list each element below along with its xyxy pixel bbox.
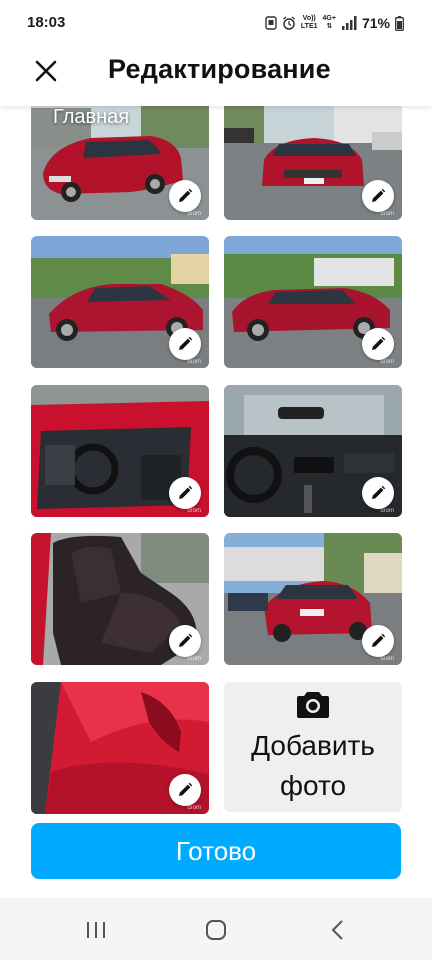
edit-photo-button[interactable] (362, 477, 394, 509)
photo-tile-6[interactable]: drom (224, 385, 402, 517)
pencil-icon (179, 782, 193, 796)
notification-icon (265, 16, 277, 30)
pencil-icon (372, 336, 386, 350)
watermark: drom (187, 359, 201, 365)
edit-photo-button[interactable] (169, 774, 201, 806)
add-photo-line1: Добавить (251, 730, 375, 761)
edit-photo-button[interactable] (362, 328, 394, 360)
watermark: drom (380, 656, 394, 662)
pencil-icon (179, 485, 193, 499)
watermark: drom (187, 656, 201, 662)
volte-text: Vo)) (302, 15, 316, 22)
alarm-icon (282, 16, 295, 30)
volte-indicator: Vo)) LTE1 (301, 15, 318, 31)
status-time: 18:03 (27, 14, 66, 31)
status-icons: Vo)) LTE1 4G+ ⇅ 71% (265, 11, 404, 35)
watermark: drom (187, 805, 201, 811)
pencil-icon (372, 188, 386, 202)
edit-photo-button[interactable] (169, 477, 201, 509)
close-icon[interactable] (31, 56, 61, 86)
add-photo-button[interactable]: Добавить фото (224, 682, 402, 812)
watermark: drom (380, 211, 394, 217)
network-gen-text: 4G+ (322, 15, 336, 22)
pencil-icon (372, 485, 386, 499)
watermark: drom (380, 359, 394, 365)
network-gen: 4G+ ⇅ (322, 15, 336, 30)
photo-tile-9[interactable]: drom (31, 682, 209, 814)
camera-icon (297, 692, 329, 718)
photo-tile-8[interactable]: drom (224, 533, 402, 665)
watermark: drom (187, 211, 201, 217)
status-bar: 18:03 Vo)) LTE1 4G+ ⇅ 71% (0, 0, 432, 48)
signal-icon (341, 16, 357, 30)
lte-text: LTE1 (300, 23, 318, 30)
home-icon (206, 920, 226, 940)
pencil-icon (179, 633, 193, 647)
edit-photo-button[interactable] (169, 625, 201, 657)
photo-tile-2[interactable]: drom (224, 106, 402, 220)
screen: 18:03 Vo))LTE1 4G+⇅ 71% Редактирование (0, 0, 432, 960)
back-button[interactable] (324, 916, 352, 944)
battery-icon (395, 15, 404, 31)
watermark: drom (380, 508, 394, 514)
edit-photo-button[interactable] (362, 180, 394, 212)
edit-photo-button[interactable] (169, 328, 201, 360)
pencil-icon (179, 188, 193, 202)
add-photo-label: Добавить фото (224, 726, 402, 806)
page-title: Редактирование (108, 54, 331, 84)
system-nav-bar (0, 898, 432, 960)
home-button[interactable] (202, 916, 230, 944)
photo-grid: Главная drom drom drom drom drom drom dr… (0, 106, 432, 816)
photo-tile-7[interactable]: drom (31, 533, 209, 665)
recent-apps-button[interactable] (82, 916, 110, 944)
edit-photo-button[interactable] (362, 625, 394, 657)
battery-percent: 71% (361, 15, 390, 31)
pencil-icon (372, 633, 386, 647)
photo-tile-3[interactable]: drom (31, 236, 209, 368)
photo-tile-5[interactable]: drom (31, 385, 209, 517)
edit-photo-button[interactable] (169, 180, 201, 212)
done-button[interactable]: Готово (31, 823, 401, 879)
back-icon (331, 920, 343, 940)
watermark: drom (187, 508, 201, 514)
photo-tile-1[interactable]: Главная drom (31, 106, 209, 220)
pencil-icon (179, 336, 193, 350)
add-photo-line2: фото (279, 770, 347, 801)
recent-apps-icon (87, 922, 105, 938)
main-photo-label: Главная (53, 106, 130, 128)
photo-tile-4[interactable]: drom (224, 236, 402, 368)
